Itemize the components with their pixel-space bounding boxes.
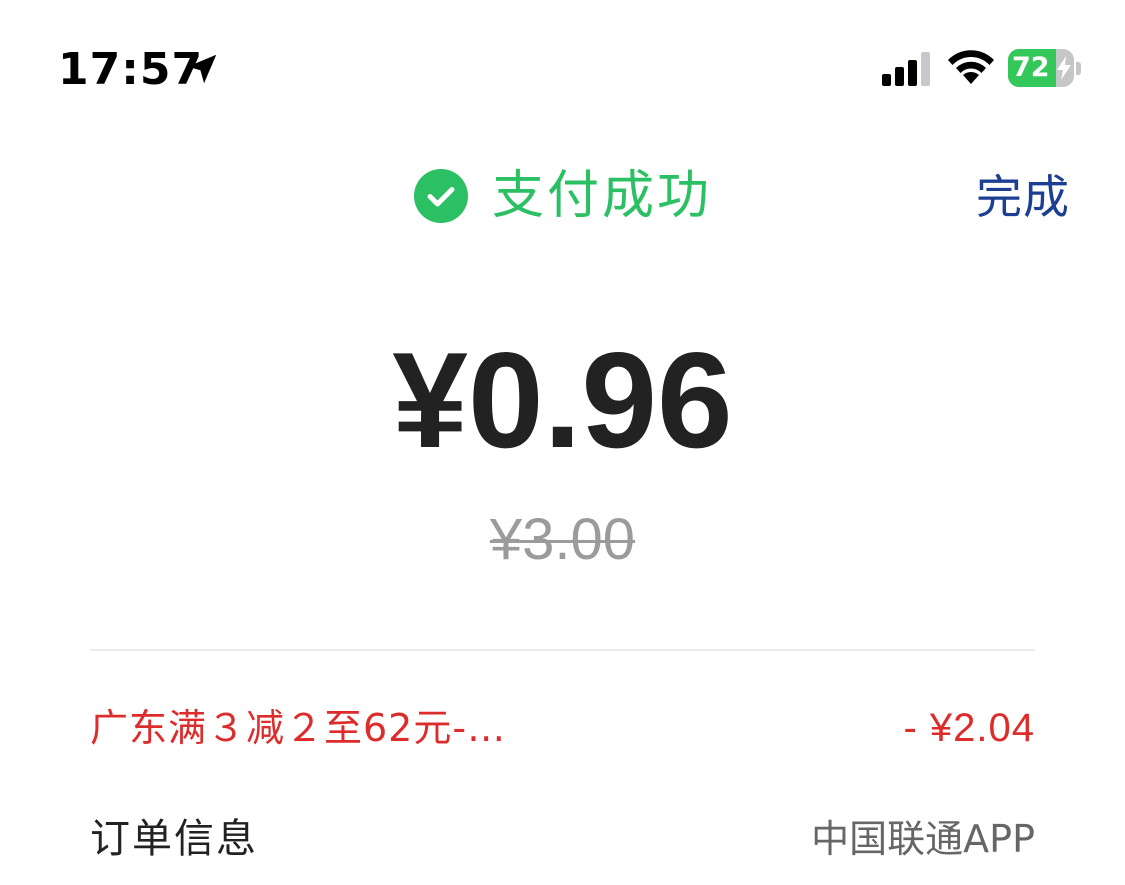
wifi-icon: [948, 50, 994, 84]
order-info-label: 订单信息: [90, 816, 258, 862]
payment-success-header: 支付成功: [414, 160, 712, 232]
battery-body: 72: [1008, 49, 1074, 87]
original-amount: ¥3.00: [489, 507, 636, 572]
merchant-name: 中国联通APP: [811, 817, 1035, 861]
signal-icon: [882, 52, 930, 86]
order-info-row[interactable]: 订单信息 中国联通APP: [90, 810, 1035, 868]
success-title: 支付成功: [492, 166, 713, 226]
done-button[interactable]: 完成: [976, 162, 1070, 232]
divider: [90, 649, 1035, 651]
status-time: 17:57: [58, 44, 204, 95]
battery-level: 72: [1012, 52, 1050, 83]
battery-indicator: 72: [1008, 49, 1082, 89]
charging-bolt-icon: [1057, 56, 1071, 80]
battery-cap: [1076, 62, 1081, 75]
discount-label: 广东满３减２至62元-…: [90, 706, 507, 750]
discount-value: - ¥2.04: [903, 706, 1035, 750]
location-arrow-icon: [187, 54, 217, 84]
paid-amount: ¥0.96: [392, 324, 733, 476]
check-circle-icon: [414, 169, 468, 223]
status-bar: 17:57 72: [0, 0, 1125, 140]
discount-row[interactable]: 广东满３减２至62元-… - ¥2.04: [90, 700, 1035, 756]
